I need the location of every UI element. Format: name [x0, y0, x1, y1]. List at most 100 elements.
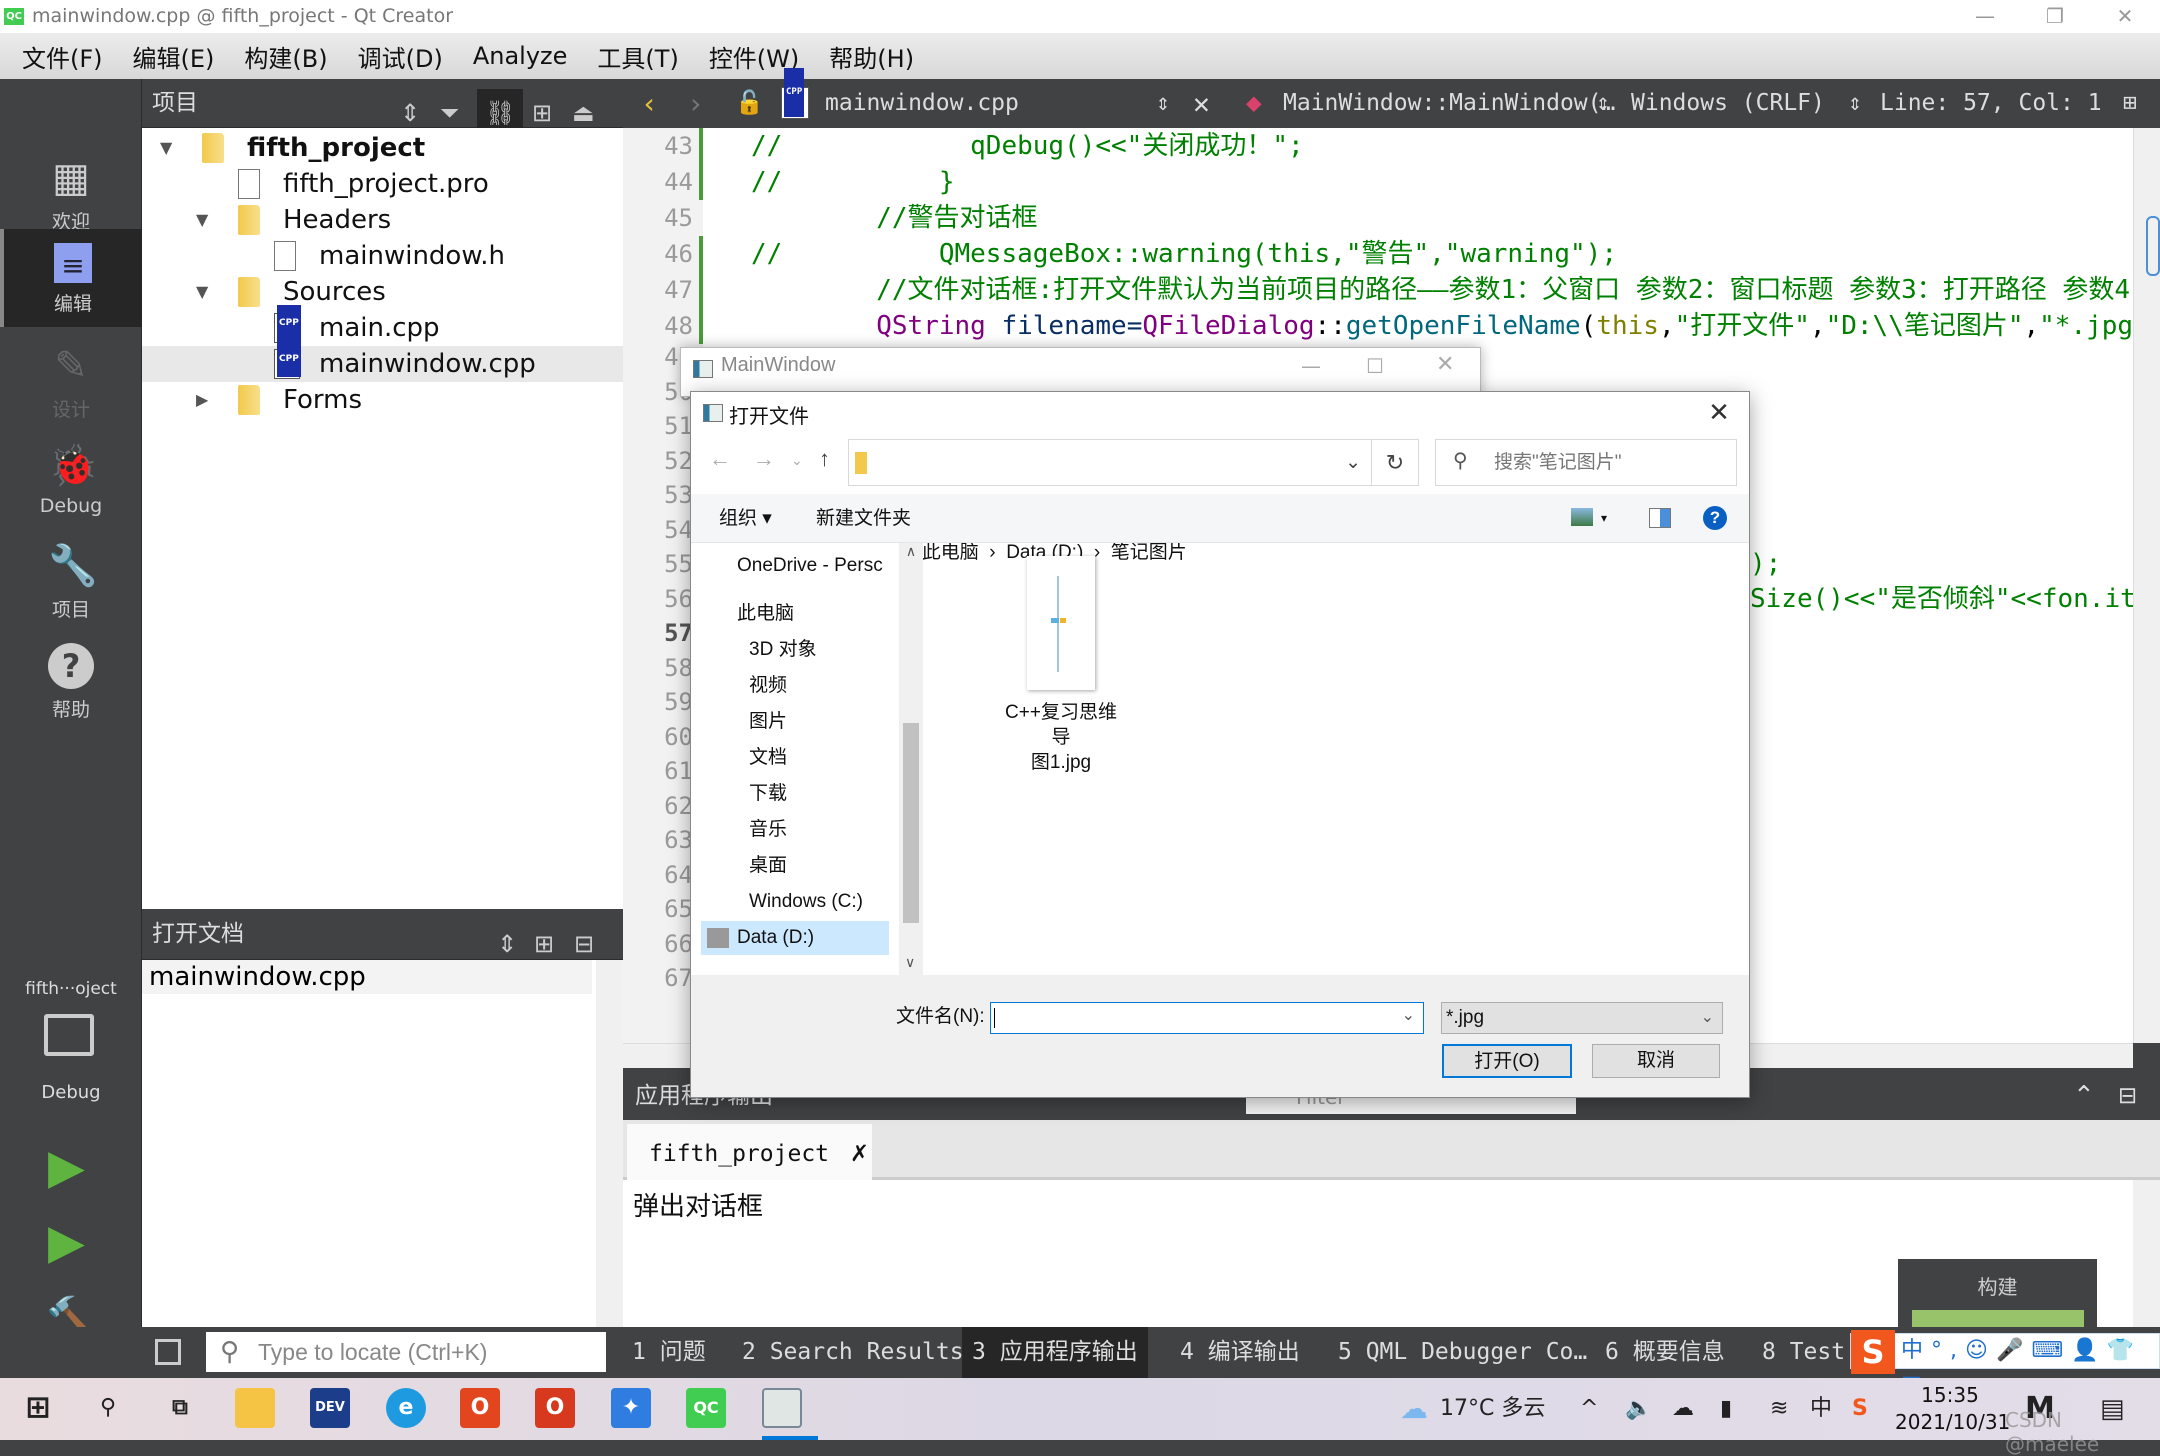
cancel-button[interactable]: 取消	[1592, 1044, 1720, 1078]
help-icon[interactable]: ?	[1703, 506, 1727, 530]
task-view-icon[interactable]: ⧉	[160, 1388, 200, 1428]
toggle-sidebar-icon[interactable]	[155, 1339, 181, 1365]
nav-item[interactable]: Windows (C:)	[749, 885, 909, 919]
office-icon-2[interactable]: O	[535, 1388, 575, 1428]
tree-item[interactable]: fifth_project.pro	[142, 166, 623, 202]
updown-icon[interactable]: ⇕	[1156, 79, 1170, 128]
current-file-selector[interactable]: mainwindow.cpp	[825, 79, 1019, 128]
menu-analyze[interactable]: Analyze	[473, 42, 568, 70]
up-arrow-icon[interactable]: ↑	[819, 446, 830, 472]
collapse-arrow-icon[interactable]: ▶	[196, 382, 208, 418]
open-button[interactable]: 打开(O)	[1442, 1044, 1572, 1078]
debug-run-button-icon[interactable]: ▶	[48, 1214, 85, 1270]
output-pane-tab[interactable]: 6 概要信息	[1595, 1327, 1735, 1378]
onedrive-icon[interactable]: ☁	[1672, 1378, 1694, 1440]
scrollbar-thumb[interactable]	[903, 723, 919, 923]
devcpp-icon[interactable]: DEV	[310, 1388, 350, 1428]
nav-item[interactable]: OneDrive - Persc	[737, 549, 897, 583]
cursor-position[interactable]: Line: 57, Col: 1	[1880, 79, 2102, 128]
qt-creator-icon[interactable]: QC	[686, 1388, 726, 1428]
restore-button[interactable]: ❐	[2025, 0, 2085, 33]
nav-item[interactable]: 音乐	[749, 813, 909, 847]
nav-item[interactable]: 图片	[749, 705, 909, 739]
view-options-chevron-icon[interactable]: ▾	[1601, 494, 1607, 543]
code-line[interactable]: // QMessageBox::warning(this,"警告","warni…	[751, 236, 1617, 272]
tree-item[interactable]: main.cpp	[142, 305, 623, 346]
volume-icon[interactable]: 🔈	[1625, 1378, 1652, 1440]
code-line[interactable]: QString filename=QFileDialog::getOpenFil…	[751, 308, 2149, 344]
output-pane-tab[interactable]: 5 QML Debugger Co…	[1328, 1327, 1597, 1378]
expand-arrow-icon[interactable]: ▼	[196, 274, 208, 310]
tree-item[interactable]: ▶ Forms	[142, 382, 623, 418]
output-pane-tab[interactable]: 4 编译输出	[1170, 1327, 1310, 1378]
nav-item[interactable]: 下载	[749, 777, 909, 811]
sogou-tray-icon[interactable]: S	[1852, 1378, 1868, 1440]
recent-locations-chevron-icon[interactable]: ⌄	[791, 452, 803, 469]
minimize-button[interactable]: —	[1301, 354, 1321, 378]
forward-arrow-icon[interactable]: →	[753, 446, 775, 472]
updown-icon[interactable]: ⇕	[1596, 79, 1610, 128]
mode-edit[interactable]: ≡ 编辑	[0, 229, 142, 327]
output-tab-fifth-project[interactable]: fifth_project ✗	[627, 1124, 872, 1180]
expand-arrow-icon[interactable]: ▼	[160, 130, 172, 166]
output-pane-tab[interactable]: 3 应用程序输出	[962, 1327, 1148, 1378]
show-hidden-icons-chevron[interactable]: ^	[1580, 1378, 1598, 1440]
start-icon[interactable]: ⊞	[18, 1388, 58, 1428]
tree-item[interactable]: ▼ Headers	[142, 202, 623, 238]
output-pane-tab[interactable]: 2 Search Results	[732, 1327, 974, 1378]
tree-item[interactable]: ▼ fifth_project	[142, 130, 623, 166]
menu-edit[interactable]: 编辑(E)	[133, 39, 215, 74]
running-app-icon[interactable]	[762, 1388, 802, 1428]
menu-file[interactable]: 文件(F)	[22, 39, 103, 74]
maximize-button[interactable]: ☐	[1366, 354, 1384, 378]
code-fragment[interactable]: );	[1750, 546, 1781, 582]
menu-debug[interactable]: 调试(D)	[358, 39, 443, 74]
tree-item[interactable]: mainwindow.cpp	[142, 341, 623, 382]
file-type-filter-select[interactable]: *.jpg ⌄	[1441, 1002, 1723, 1034]
clock[interactable]: 15:35 2021/10/31	[1895, 1382, 2010, 1436]
code-line[interactable]: // qDebug()<<"关闭成功！";	[751, 128, 1304, 164]
change-view-icon[interactable]	[1571, 508, 1593, 526]
file-explorer-icon[interactable]	[235, 1388, 275, 1428]
menu-help[interactable]: 帮助(H)	[829, 39, 914, 74]
output-pane-tab[interactable]: 1 问题	[622, 1327, 716, 1378]
preview-pane-icon[interactable]	[1649, 508, 1671, 528]
refresh-button[interactable]: ↻	[1371, 439, 1419, 486]
organize-menu[interactable]: 组织 ▾	[719, 494, 772, 543]
open-documents-scrollbar[interactable]	[596, 960, 623, 1327]
back-arrow-icon[interactable]: ‹	[641, 79, 658, 128]
sogou-ime-icon[interactable]: S	[1851, 1330, 1895, 1374]
open-document-item[interactable]: mainwindow.cpp	[142, 960, 592, 994]
search-icon[interactable]: ⚲	[88, 1388, 128, 1428]
tree-item[interactable]: ▼ Sources	[142, 274, 623, 310]
menu-build[interactable]: 构建(B)	[244, 39, 327, 74]
new-folder-button[interactable]: 新建文件夹	[816, 494, 911, 543]
ime-mode[interactable]: 中	[1901, 1338, 1931, 1363]
close-button[interactable]: ✕	[1436, 352, 1454, 377]
kit-selector-monitor-icon[interactable]	[44, 1014, 94, 1056]
office-icon[interactable]: O	[460, 1388, 500, 1428]
input-language[interactable]: 中	[1810, 1378, 1832, 1440]
expand-arrow-icon[interactable]: ▼	[196, 202, 208, 238]
ime-toolbar[interactable]: S 中°,☺🎤⌨👤👕▦	[1850, 1330, 2160, 1397]
file-item[interactable]: C++复习思维导 图1.jpg	[996, 556, 1126, 775]
nav-item[interactable]: 3D 对象	[749, 633, 909, 667]
maximize-pane-icon[interactable]: ⌃	[2073, 1072, 2095, 1120]
nav-item[interactable]: 文档	[749, 741, 909, 775]
dialog-search-input[interactable]: 搜索"笔记图片"	[1435, 439, 1737, 486]
locator-input[interactable]: Type to locate (Ctrl+K)	[206, 1332, 606, 1372]
feishu-icon[interactable]: ✦	[611, 1388, 651, 1428]
breadcrumb-this-pc[interactable]: 此电脑	[922, 542, 979, 563]
wifi-icon[interactable]: ≋	[1770, 1378, 1788, 1440]
mode-projects[interactable]: 🔧 项目	[0, 529, 142, 627]
close-tab-icon[interactable]: ✗	[851, 1135, 868, 1168]
split-editor-icon[interactable]: ⊞	[2123, 79, 2137, 128]
close-button[interactable]: ✕	[2095, 0, 2155, 33]
address-dropdown-chevron-icon[interactable]: ⌄	[1345, 440, 1361, 485]
editor-vertical-scrollbar[interactable]	[2133, 128, 2160, 1043]
mode-help[interactable]: ? 帮助	[0, 629, 142, 727]
symbol-selector[interactable]: MainWindow::MainWindow(…	[1283, 79, 1615, 128]
close-document-icon[interactable]: ✕	[1193, 79, 1210, 128]
output-pane-tab[interactable]: 8 Test	[1752, 1327, 1855, 1378]
edge-icon[interactable]: e	[386, 1388, 426, 1428]
